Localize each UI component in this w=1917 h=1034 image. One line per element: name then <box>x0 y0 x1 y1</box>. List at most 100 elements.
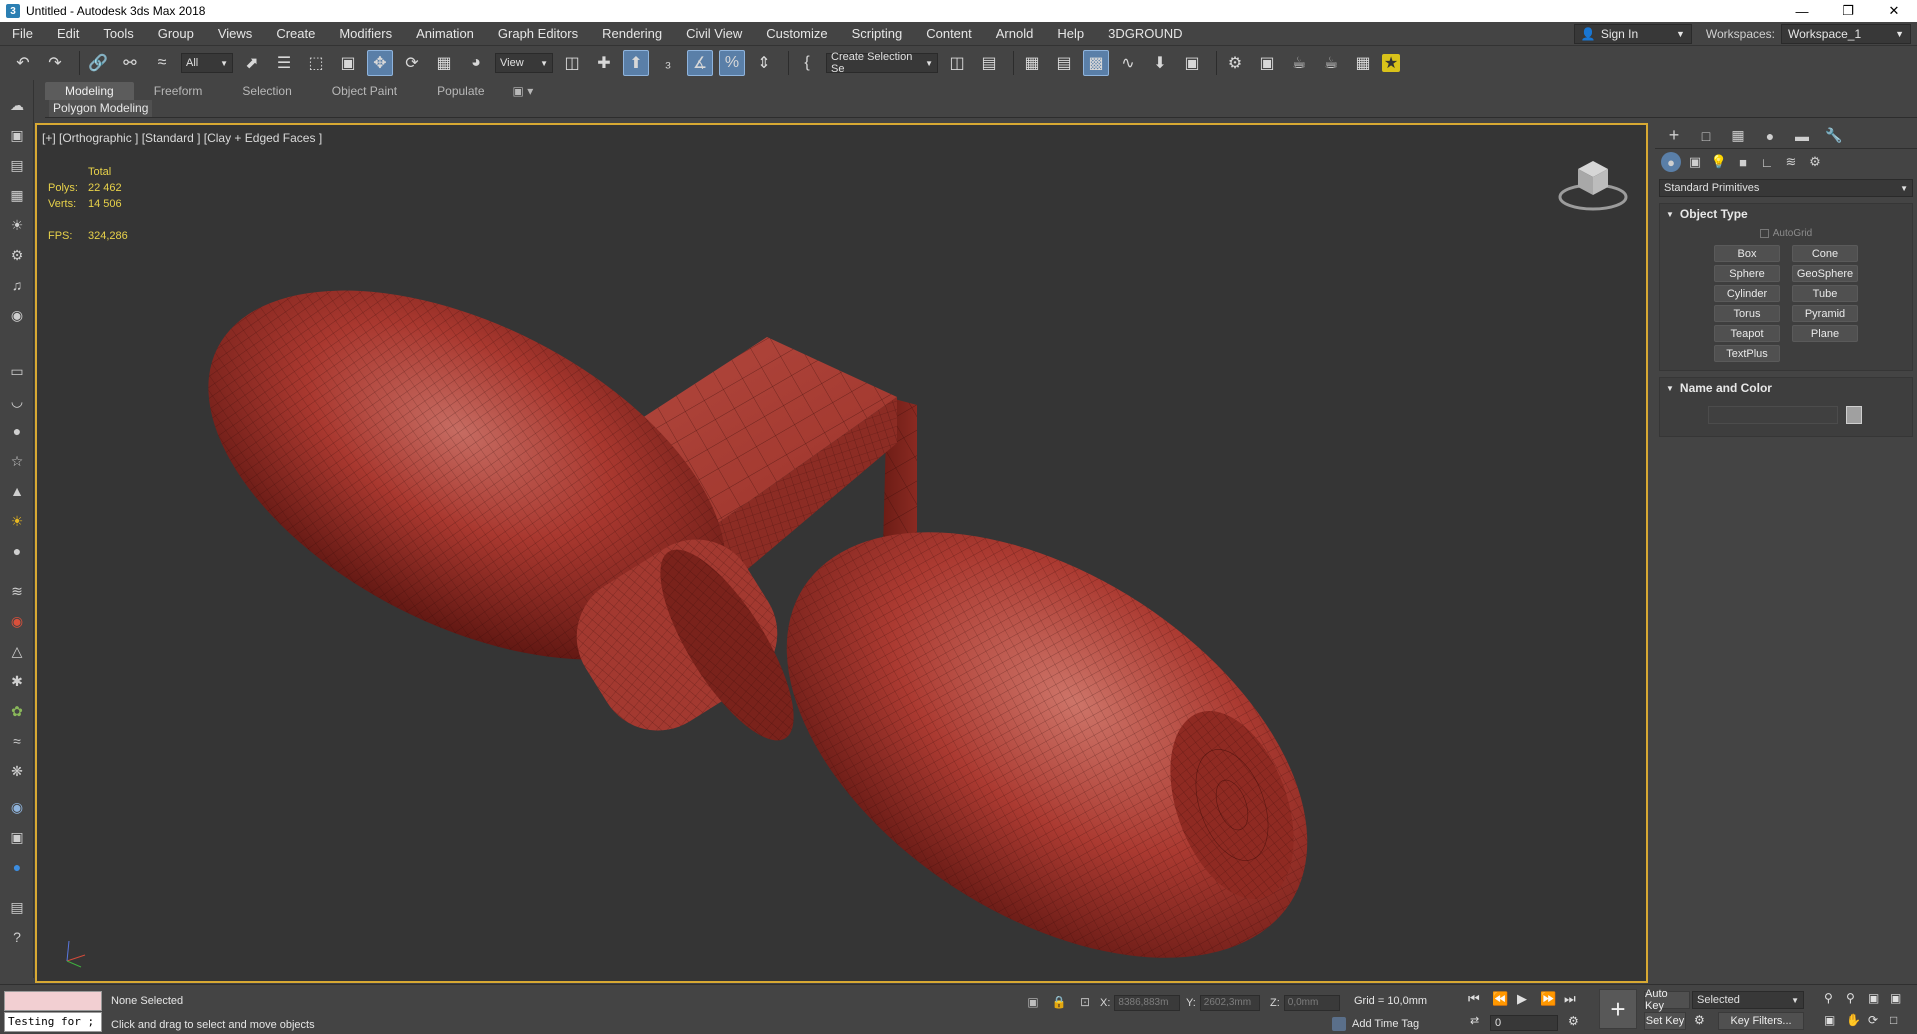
ribbon-tab-object-paint[interactable]: Object Paint <box>312 82 417 100</box>
camera-icon[interactable]: ◉ <box>6 304 28 326</box>
tube-button[interactable]: Tube <box>1792 285 1858 302</box>
pan-icon[interactable]: ✋ <box>1846 1013 1861 1027</box>
ribbon-toggle-icon[interactable]: ▩ <box>1083 50 1109 76</box>
cone-button[interactable]: Cone <box>1792 245 1858 262</box>
absolute-mode-icon[interactable]: ⊡ <box>1076 993 1094 1011</box>
select-by-name-icon[interactable]: ☰ <box>271 50 297 76</box>
geometry-icon[interactable]: ● <box>1661 152 1681 172</box>
grass-icon[interactable]: ✿ <box>6 700 28 722</box>
align-icon[interactable]: ▤ <box>976 50 1002 76</box>
menu-tools[interactable]: Tools <box>91 22 145 46</box>
explorer-icon[interactable]: ▤ <box>6 154 28 176</box>
workspace-select[interactable]: Workspace_1 ▼ <box>1781 24 1911 44</box>
ribbon-tab-freeform[interactable]: Freeform <box>134 82 223 100</box>
zoom-extents-icon[interactable]: ▣ <box>1868 991 1879 1005</box>
bind-space-warp-icon[interactable]: ≈ <box>149 50 175 76</box>
object-type-header[interactable]: ▼ Object Type <box>1660 204 1912 224</box>
undo-icon[interactable]: ↶ <box>10 50 36 76</box>
keyboard-shortcut-override-icon[interactable]: ⬆ <box>623 50 649 76</box>
field-of-view-icon[interactable]: ▣ <box>1824 1013 1835 1027</box>
space-warps-icon[interactable]: ≋ <box>1781 151 1801 173</box>
maxscript-listener-output[interactable] <box>4 991 102 1011</box>
ribbon-options-icon[interactable]: ▣ ▾ <box>505 82 542 100</box>
object-color-swatch[interactable] <box>1846 406 1862 424</box>
display-tab-icon[interactable]: ▬ <box>1789 125 1815 147</box>
dome-icon[interactable]: ☆ <box>6 450 28 472</box>
maxscript-mini-listener[interactable]: Testing for ; <box>4 1012 102 1032</box>
rect-selection-region-icon[interactable]: ⬚ <box>303 50 329 76</box>
select-and-scale-icon[interactable]: ▦ <box>431 50 457 76</box>
restore-icon[interactable]: ❐ <box>1825 0 1871 22</box>
select-object-icon[interactable]: ⬈ <box>239 50 265 76</box>
menu-edit[interactable]: Edit <box>45 22 91 46</box>
select-and-rotate-icon[interactable]: ⟳ <box>399 50 425 76</box>
disc-icon[interactable]: ● <box>6 540 28 562</box>
molecule-icon[interactable]: ◉ <box>6 610 28 632</box>
help-icon[interactable]: ? <box>6 926 28 948</box>
plane-button[interactable]: Plane <box>1792 325 1858 342</box>
render-iterative-icon[interactable]: ☕ <box>1318 50 1344 76</box>
teapot-button[interactable]: Teapot <box>1714 325 1780 342</box>
y-input[interactable]: 2602,3mm <box>1199 995 1260 1011</box>
menu-scripting[interactable]: Scripting <box>840 22 915 46</box>
close-icon[interactable]: ✕ <box>1871 0 1917 22</box>
menu-3dground[interactable]: 3DGROUND <box>1096 22 1194 46</box>
zoom-all-icon[interactable]: ⚲ <box>1846 991 1855 1005</box>
play-icon[interactable]: ▶ <box>1517 991 1527 1007</box>
hair-icon[interactable]: ≈ <box>6 730 28 752</box>
tripod-icon[interactable]: △ <box>6 640 28 662</box>
zoom-icon[interactable]: ⚲ <box>1824 991 1833 1005</box>
rendered-frame-window-icon[interactable]: ▣ <box>1254 50 1280 76</box>
sphere-icon[interactable]: ● <box>6 420 28 442</box>
box-button[interactable]: Box <box>1714 245 1780 262</box>
go-to-end-icon[interactable]: ⏭ <box>1564 991 1576 1007</box>
shell-icon[interactable]: ❋ <box>6 760 28 782</box>
angle-snap-icon[interactable]: ∡ <box>687 50 713 76</box>
motion-tab-icon[interactable]: ● <box>1757 125 1783 147</box>
object-name-input[interactable] <box>1708 406 1838 424</box>
systems-icon[interactable]: ⚙ <box>1805 151 1825 173</box>
named-selection-dropdown[interactable]: Create Selection Se ▼ <box>826 51 938 75</box>
selection-filter-dropdown[interactable]: All ▼ <box>181 53 233 73</box>
orbit-icon[interactable]: ⟳ <box>1868 1013 1878 1027</box>
menu-file[interactable]: File <box>0 22 45 46</box>
render-production-icon[interactable]: ☕ <box>1286 50 1312 76</box>
viewport-layout-icon[interactable]: ☁ <box>6 94 28 116</box>
ribbon-tab-populate[interactable]: Populate <box>417 82 504 100</box>
network-icon[interactable]: ✱ <box>6 670 28 692</box>
menu-animation[interactable]: Animation <box>404 22 486 46</box>
material-editor-icon[interactable]: ▣ <box>1179 50 1205 76</box>
sphere-button[interactable]: Sphere <box>1714 265 1780 282</box>
key-filter-icon[interactable]: ⚙ <box>1694 1013 1705 1027</box>
menu-group[interactable]: Group <box>146 22 206 46</box>
pyramid-button[interactable]: Pyramid <box>1792 305 1858 322</box>
select-and-move-icon[interactable]: ✥ <box>367 50 393 76</box>
modify-tab-icon[interactable]: □ <box>1693 125 1719 147</box>
isolate-selection-icon[interactable]: ▣ <box>1024 993 1042 1011</box>
edit-named-selection-icon[interactable]: { <box>794 50 820 76</box>
geosphere-button[interactable]: GeoSphere <box>1792 265 1858 282</box>
menu-content[interactable]: Content <box>914 22 984 46</box>
menu-customize[interactable]: Customize <box>754 22 839 46</box>
shapes-icon[interactable]: ▣ <box>1685 151 1705 173</box>
select-and-place-icon[interactable]: ◕ <box>463 50 489 76</box>
auto-key-button[interactable]: Auto Key <box>1644 988 1690 1012</box>
textplus-button[interactable]: TextPlus <box>1714 345 1780 362</box>
menu-arnold[interactable]: Arnold <box>984 22 1046 46</box>
sign-in-dropdown[interactable]: 👤 Sign In ▼ <box>1573 24 1692 44</box>
isolate-icon[interactable]: ▣ <box>6 124 28 146</box>
maximize-viewport-icon[interactable]: □ <box>1890 1013 1897 1027</box>
helpers-icon[interactable]: ∟ <box>1757 151 1777 173</box>
ribbon-tab-selection[interactable]: Selection <box>222 82 311 100</box>
previous-frame-icon[interactable]: ⏪ <box>1492 991 1508 1007</box>
key-mode-icon[interactable]: ⇄ <box>1470 1014 1479 1027</box>
next-frame-icon[interactable]: ⏩ <box>1540 991 1556 1007</box>
perspective-viewport[interactable]: [+] [Orthographic ] [Standard ] [Clay + … <box>35 123 1648 983</box>
key-filters-button[interactable]: Key Filters... <box>1718 1012 1804 1030</box>
zoom-extents-all-icon[interactable]: ▣ <box>1890 991 1901 1005</box>
hierarchy-tab-icon[interactable]: ▦ <box>1725 125 1751 147</box>
minimize-icon[interactable]: — <box>1779 0 1825 22</box>
unlink-icon[interactable]: ⚯ <box>117 50 143 76</box>
menu-civil-view[interactable]: Civil View <box>674 22 754 46</box>
create-tab-icon[interactable]: + <box>1661 125 1687 147</box>
